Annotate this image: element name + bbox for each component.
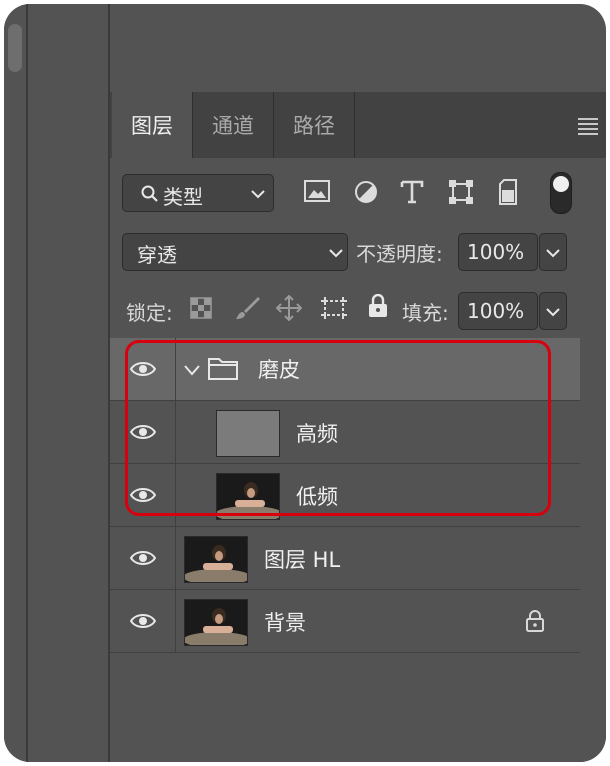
photo-thumbnail xyxy=(217,474,279,519)
lock-image-pixels-icon[interactable] xyxy=(234,295,260,321)
fill-value: 100% xyxy=(467,299,525,323)
layer-name[interactable]: 磨皮 xyxy=(258,354,300,384)
layer-row[interactable]: 低频 xyxy=(110,464,580,527)
blend-mode-label: 穿透 xyxy=(137,243,177,267)
eye-icon[interactable] xyxy=(130,423,156,441)
image-icon[interactable] xyxy=(304,180,330,202)
opacity-input[interactable]: 100% xyxy=(458,233,538,271)
lock-label: 锁定: xyxy=(126,301,173,325)
layer-thumbnail xyxy=(184,536,248,583)
layer-thumbnail xyxy=(216,410,280,457)
layer-row[interactable]: 高频 xyxy=(110,401,580,464)
lock-transparent-pixels-icon[interactable] xyxy=(190,297,212,319)
eye-icon[interactable] xyxy=(130,612,156,630)
search-icon xyxy=(141,185,158,202)
layer-name[interactable]: 背景 xyxy=(264,607,306,637)
opacity-value: 100% xyxy=(467,240,525,264)
type-icon[interactable] xyxy=(400,179,424,205)
left-panel-area xyxy=(4,4,110,762)
layer-name[interactable]: 高频 xyxy=(296,418,338,448)
fill-label: 填充: xyxy=(402,301,449,325)
chevron-down-icon xyxy=(329,249,343,258)
eye-icon[interactable] xyxy=(130,360,156,378)
layer-row-background[interactable]: 背景 xyxy=(110,590,580,653)
visibility-cell[interactable] xyxy=(110,590,176,652)
tab-channels[interactable]: 通道 xyxy=(193,92,273,158)
photo-thumbnail xyxy=(185,600,247,645)
chevron-down-icon[interactable] xyxy=(184,364,200,376)
opacity-dropdown-button[interactable] xyxy=(539,233,567,271)
chevron-down-icon xyxy=(546,249,560,258)
folder-icon xyxy=(208,358,238,380)
lock-icon[interactable] xyxy=(526,610,544,632)
chevron-down-icon xyxy=(546,308,560,317)
opacity-label: 不透明度: xyxy=(356,242,443,266)
visibility-cell[interactable] xyxy=(110,338,176,400)
divider xyxy=(26,4,28,762)
tab-paths[interactable]: 路径 xyxy=(274,92,354,158)
panel-menu-icon[interactable] xyxy=(578,118,598,138)
layers-panel: 图层 通道 路径 类型 穿透 不透明度: 100% 锁定: 填充: 100% 磨… xyxy=(110,92,606,762)
layer-name[interactable]: 低频 xyxy=(296,481,338,511)
filter-kind-dropdown[interactable]: 类型 xyxy=(122,174,274,212)
layer-row-group[interactable]: 磨皮 xyxy=(110,338,580,401)
chevron-down-icon xyxy=(251,190,265,199)
layer-row[interactable]: 图层 HL xyxy=(110,527,580,590)
lock-all-icon[interactable] xyxy=(368,294,388,318)
layer-thumbnail xyxy=(184,599,248,646)
photo-thumbnail xyxy=(185,537,247,582)
layer-name[interactable]: 图层 HL xyxy=(264,544,340,574)
scrollbar-thumb[interactable] xyxy=(8,24,22,72)
adjustment-icon[interactable] xyxy=(354,180,378,204)
lock-position-icon[interactable] xyxy=(276,295,302,321)
layer-thumbnail xyxy=(216,473,280,520)
fill-input[interactable]: 100% xyxy=(458,292,538,330)
lock-artboard-icon[interactable] xyxy=(320,296,348,320)
blend-mode-dropdown[interactable]: 穿透 xyxy=(122,233,348,271)
shape-icon[interactable] xyxy=(448,179,474,205)
eye-icon[interactable] xyxy=(130,486,156,504)
visibility-cell[interactable] xyxy=(110,527,176,589)
filter-toggle-icon[interactable] xyxy=(550,172,572,214)
visibility-cell[interactable] xyxy=(110,401,176,463)
divider xyxy=(354,92,355,158)
photoshop-window: 图层 通道 路径 类型 穿透 不透明度: 100% 锁定: 填充: 100% 磨… xyxy=(4,4,606,762)
panel-tabbar: 图层 通道 路径 xyxy=(110,92,606,158)
visibility-cell[interactable] xyxy=(110,464,176,526)
smart-object-icon[interactable] xyxy=(498,178,522,206)
eye-icon[interactable] xyxy=(130,549,156,567)
tab-layers[interactable]: 图层 xyxy=(112,92,192,158)
fill-dropdown-button[interactable] xyxy=(539,292,567,330)
filter-kind-label: 类型 xyxy=(163,185,203,209)
